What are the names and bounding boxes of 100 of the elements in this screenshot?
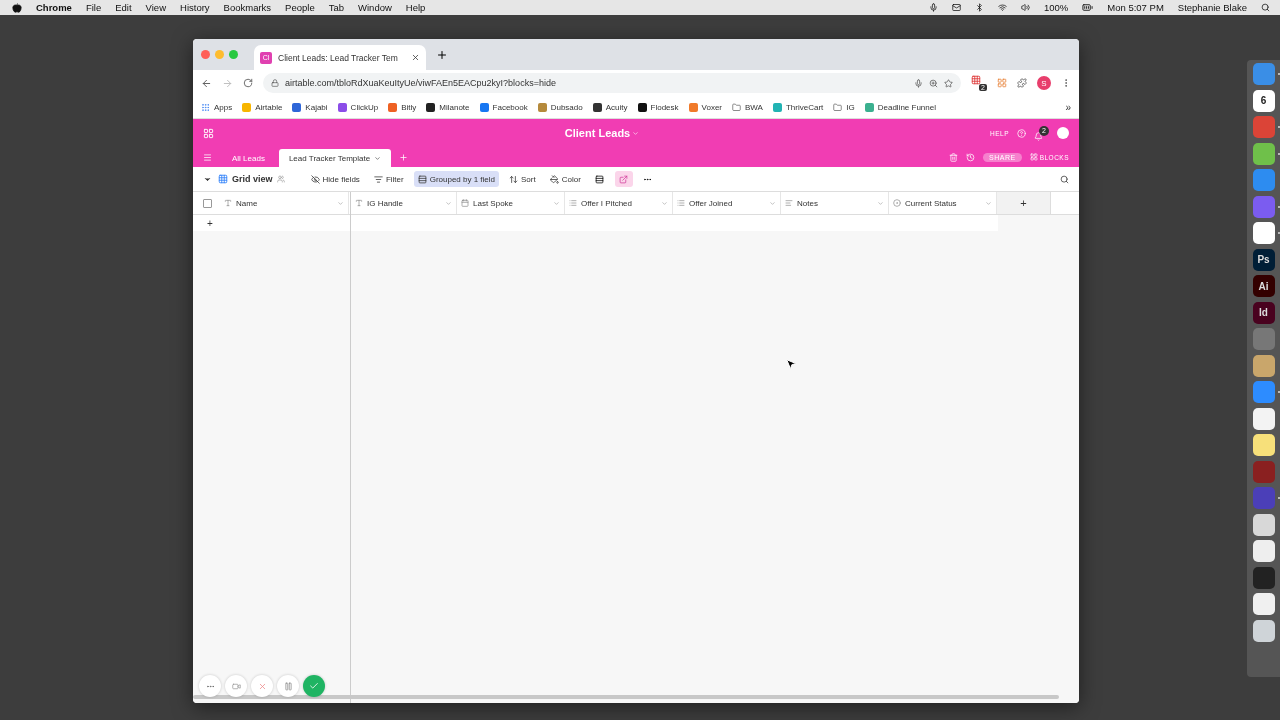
app-icon[interactable]: [1252, 222, 1275, 244]
app-icon[interactable]: Ai: [1252, 275, 1275, 297]
toolbar-button[interactable]: Hide fields: [306, 171, 364, 187]
apple-icon[interactable]: [12, 2, 22, 13]
scrollbar[interactable]: [193, 695, 1059, 699]
bookmark[interactable]: Flodesk: [637, 102, 679, 112]
menu-item[interactable]: Window: [358, 2, 392, 13]
reload-icon[interactable]: [243, 78, 253, 88]
app-icon[interactable]: [1252, 619, 1275, 642]
bookmark[interactable]: BWA: [732, 102, 763, 112]
share-view-button[interactable]: [614, 171, 633, 187]
column-header[interactable]: Notes: [781, 192, 889, 214]
toolbar-button[interactable]: Filter: [369, 171, 408, 187]
history-icon[interactable]: [966, 152, 975, 162]
column-header[interactable]: IG Handle: [351, 192, 457, 214]
bookmark[interactable]: Bitly: [388, 102, 417, 112]
zoom-window-button[interactable]: [229, 50, 238, 59]
app-icon[interactable]: [1252, 593, 1275, 615]
mail-icon[interactable]: [952, 3, 961, 12]
profile-avatar[interactable]: S: [1037, 76, 1051, 90]
bookmark-star-icon[interactable]: [944, 78, 953, 88]
app-icon[interactable]: [1252, 513, 1275, 536]
zoom-icon[interactable]: [929, 78, 938, 88]
menu-item[interactable]: View: [145, 2, 166, 13]
menu-icon[interactable]: [203, 152, 212, 162]
bookmark[interactable]: Kajabi: [292, 102, 328, 112]
menu-item[interactable]: Tab: [328, 2, 344, 13]
toolbar-button[interactable]: Color: [545, 171, 585, 187]
bookmark[interactable]: Deadline Funnel: [864, 102, 936, 112]
menu-item[interactable]: Help: [405, 2, 426, 13]
caret-icon: [374, 154, 382, 162]
user-name[interactable]: Stephanie Blake: [1177, 2, 1247, 13]
battery-icon[interactable]: [1082, 2, 1094, 13]
bookmark[interactable]: Airtable: [242, 102, 283, 112]
trash-icon[interactable]: [949, 152, 958, 162]
menu-item[interactable]: People: [285, 2, 315, 13]
app-icon[interactable]: Id: [1252, 301, 1275, 324]
menu-item[interactable]: Bookmarks: [223, 2, 272, 13]
toolbar-button[interactable]: Sort: [505, 171, 540, 187]
puzzle-icon[interactable]: [1017, 78, 1027, 88]
pause-button[interactable]: [277, 675, 299, 697]
toolbar-button[interactable]: Grouped by 1 field: [413, 171, 500, 187]
add-column-button[interactable]: +: [997, 192, 1051, 214]
column-header[interactable]: Name: [193, 192, 349, 214]
add-row-button[interactable]: +: [193, 215, 350, 231]
app-icon[interactable]: [1252, 407, 1275, 430]
new-tab-icon[interactable]: [436, 48, 448, 61]
logo-icon[interactable]: [203, 127, 214, 139]
app-icon[interactable]: 6: [1252, 89, 1275, 112]
search-icon[interactable]: [1060, 174, 1069, 184]
search-icon[interactable]: [1261, 3, 1270, 12]
menu-item[interactable]: History: [180, 2, 210, 13]
bookmark[interactable]: Apps: [201, 102, 233, 112]
address-bar[interactable]: airtable.com/tbloRdXuaKeuItyUe/viwFAEn5EACpu2kyI?blocks=hide: [263, 73, 961, 93]
close-icon[interactable]: [411, 53, 420, 62]
help-icon[interactable]: [1017, 128, 1026, 138]
app-icon[interactable]: [1252, 354, 1275, 377]
microphone-icon[interactable]: [929, 3, 938, 12]
bookmark[interactable]: Dubsado: [537, 102, 583, 112]
camera-button[interactable]: [225, 675, 247, 697]
bookmark[interactable]: ClickUp: [337, 102, 379, 112]
microphone-icon[interactable]: [914, 78, 923, 88]
folder-icon: [833, 102, 843, 112]
back-icon[interactable]: [201, 77, 212, 89]
caret-icon: [985, 199, 992, 207]
forward-icon[interactable]: [222, 77, 233, 89]
app-icon[interactable]: Ps: [1252, 248, 1275, 271]
table-tab[interactable]: Lead Tracker Template: [278, 149, 392, 167]
bluetooth-icon[interactable]: [975, 3, 984, 12]
app-icon[interactable]: [1252, 540, 1275, 562]
layout-icon[interactable]: [997, 78, 1007, 88]
caret-icon: [769, 199, 776, 207]
clock[interactable]: Mon 5:07 PM: [1107, 2, 1164, 13]
column-header[interactable]: Offer I Pitched: [565, 192, 673, 214]
column-header[interactable]: Last Spoke: [457, 192, 565, 214]
more-bookmarks[interactable]: »: [1065, 101, 1071, 113]
wifi-icon[interactable]: [998, 3, 1007, 12]
volume-icon[interactable]: [1021, 3, 1030, 12]
column-header[interactable]: Offer Joined: [673, 192, 781, 214]
app-icon[interactable]: [1252, 142, 1275, 165]
checkbox[interactable]: [203, 198, 212, 208]
app-menu[interactable]: Chrome: [36, 2, 72, 13]
bookmark[interactable]: Milanote: [426, 102, 470, 112]
close-window-button[interactable]: [201, 50, 210, 59]
close-icon: [257, 681, 267, 691]
bookmark[interactable]: ThriveCart: [772, 102, 824, 112]
menu-item[interactable]: File: [85, 2, 102, 13]
bookmark[interactable]: Facebook: [479, 102, 528, 112]
view-switcher[interactable]: Grid view: [218, 174, 285, 184]
bookmark[interactable]: IG: [833, 102, 855, 112]
cancel-button[interactable]: [251, 675, 273, 697]
user-avatar[interactable]: [1057, 127, 1069, 139]
bookmark[interactable]: Voxer: [688, 102, 722, 112]
bookmark[interactable]: Acuity: [592, 102, 628, 112]
menu-item[interactable]: Edit: [115, 2, 132, 13]
more-button[interactable]: [199, 675, 221, 697]
finish-button[interactable]: [303, 675, 325, 697]
add-table-icon[interactable]: [399, 152, 409, 162]
app-icon[interactable]: [1252, 434, 1275, 456]
tab-title: Client Leads: Lead Tracker Tem: [278, 52, 399, 63]
